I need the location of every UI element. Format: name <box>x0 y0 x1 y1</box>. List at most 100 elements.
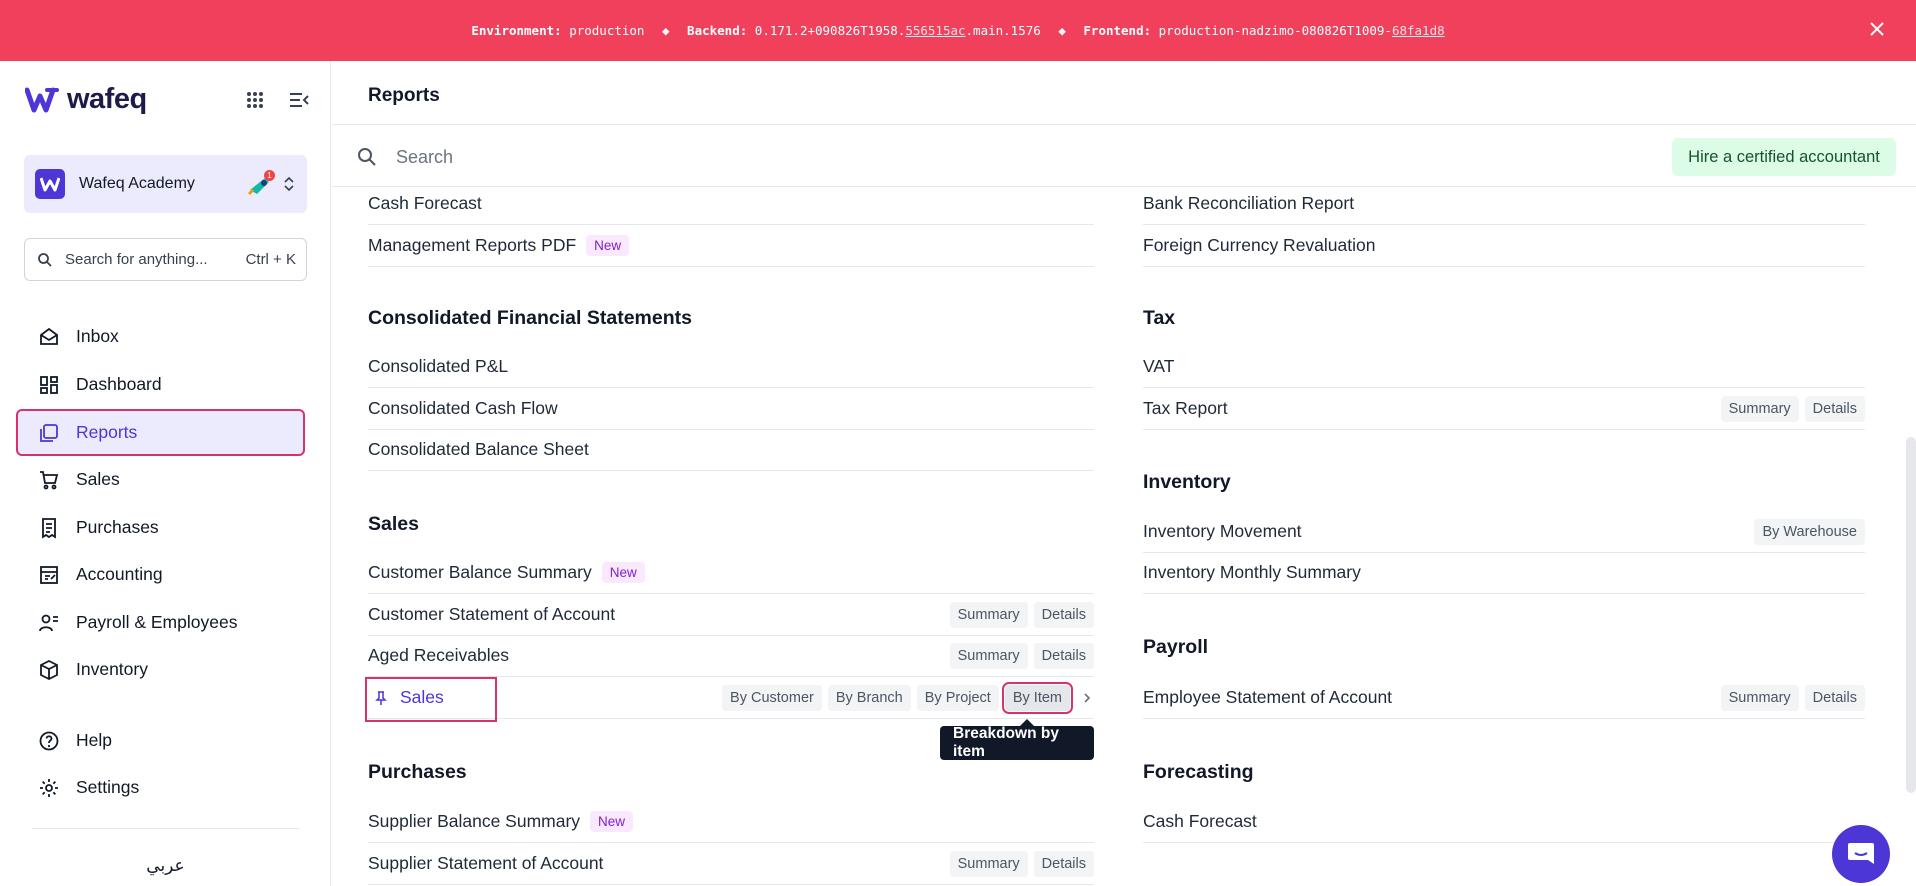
report-row[interactable]: Employee Statement of Account Summary De… <box>1143 677 1865 719</box>
report-row[interactable]: Inventory Monthly Summary <box>1143 552 1865 594</box>
report-name[interactable]: Bank Reconciliation Report <box>1143 193 1354 214</box>
backend-commit-link[interactable]: 556515ac <box>905 23 965 38</box>
by-warehouse-tag[interactable]: By Warehouse <box>1754 518 1865 545</box>
report-row[interactable]: Supplier Statement of Account Summary De… <box>368 843 1094 885</box>
report-row[interactable]: Inventory Movement By Warehouse <box>1143 511 1865 553</box>
organization-switcher[interactable]: Wafeq Academy 1 <box>24 155 307 213</box>
report-name[interactable]: Cash Forecast <box>1143 811 1257 832</box>
summary-tag[interactable]: Summary <box>949 642 1028 669</box>
global-search-placeholder: Search for anything... <box>65 251 208 268</box>
separator: ◆ <box>661 23 670 38</box>
brand-logo[interactable]: wafeq <box>25 83 147 116</box>
section-title: Consolidated Financial Statements <box>368 307 692 329</box>
main-content: Reports Hire a certified accountant Cash… <box>332 61 1916 886</box>
summary-tag[interactable]: Summary <box>949 601 1028 628</box>
nav-item-dashboard[interactable]: Dashboard <box>18 363 303 406</box>
by-branch-tag[interactable]: By Branch <box>827 684 911 711</box>
nav-item-accounting[interactable]: Accounting <box>18 553 303 596</box>
nav-item-inventory[interactable]: Inventory <box>18 648 303 691</box>
nav-label: Accounting <box>76 564 163 584</box>
nav-item-reports[interactable]: Reports <box>16 409 305 456</box>
backend-version: 0.171.2+090826T1958. <box>754 23 906 38</box>
report-row[interactable]: Customer Statement of Account Summary De… <box>368 594 1094 636</box>
notification-badge: 1 <box>264 170 275 181</box>
people-icon <box>38 612 60 634</box>
section-title: Payroll <box>1143 636 1209 658</box>
nav-item-settings[interactable]: Settings <box>18 766 303 809</box>
section-title: Forecasting <box>1143 761 1254 783</box>
details-tag[interactable]: Details <box>1804 395 1865 422</box>
frontend-commit-link[interactable]: 68fa1d8 <box>1392 23 1445 38</box>
new-badge: New <box>590 811 634 832</box>
search-icon <box>38 252 52 267</box>
report-row[interactable]: Bank Reconciliation Report <box>1143 183 1865 225</box>
scrollbar[interactable] <box>1906 437 1916 793</box>
organization-name: Wafeq Academy <box>79 175 195 192</box>
collapse-sidebar-icon[interactable] <box>288 89 310 111</box>
brand-name: wafeq <box>67 83 147 115</box>
report-name[interactable]: Supplier Statement of Account <box>368 853 603 874</box>
report-name[interactable]: Management Reports PDF <box>368 235 576 256</box>
details-tag[interactable]: Details <box>1033 642 1094 669</box>
highlight-box <box>365 677 497 722</box>
close-icon[interactable] <box>1866 18 1888 40</box>
report-search-input[interactable] <box>396 143 1296 171</box>
frontend-version: production-nadzimo-080826T1009- <box>1158 23 1392 38</box>
report-name[interactable]: Consolidated Balance Sheet <box>368 439 589 460</box>
report-name[interactable]: Tax Report <box>1143 398 1228 419</box>
nav-item-sales[interactable]: Sales <box>18 458 303 501</box>
report-name[interactable]: VAT <box>1143 356 1174 377</box>
language-toggle[interactable]: عربي <box>0 856 331 876</box>
details-tag[interactable]: Details <box>1033 850 1094 877</box>
report-name[interactable]: Inventory Movement <box>1143 521 1302 542</box>
summary-tag[interactable]: Summary <box>949 850 1028 877</box>
report-row[interactable]: Foreign Currency Revaluation <box>1143 225 1865 267</box>
tooltip: Breakdown by item <box>940 719 1094 760</box>
by-customer-tag[interactable]: By Customer <box>722 684 822 711</box>
report-row[interactable]: Customer Balance Summary New <box>368 552 1094 594</box>
report-name[interactable]: Employee Statement of Account <box>1143 687 1392 708</box>
apps-grid-icon[interactable] <box>244 89 266 111</box>
report-name[interactable]: Cash Forecast <box>368 193 482 214</box>
cart-icon <box>38 469 60 491</box>
summary-tag[interactable]: Summary <box>1720 684 1799 711</box>
report-row[interactable]: Consolidated Balance Sheet <box>368 429 1094 471</box>
report-name[interactable]: Customer Statement of Account <box>368 604 615 625</box>
report-row[interactable]: Consolidated P&L <box>368 346 1094 388</box>
chat-support-button[interactable] <box>1832 825 1890 883</box>
report-row[interactable]: Supplier Balance Summary New <box>368 801 1094 843</box>
by-project-tag[interactable]: By Project <box>916 684 999 711</box>
chevron-right-icon[interactable] <box>1080 691 1094 705</box>
nav-item-purchases[interactable]: Purchases <box>18 506 303 549</box>
nav-item-inbox[interactable]: Inbox <box>18 315 303 358</box>
backend-suffix: .main.1576 <box>965 23 1041 38</box>
report-row[interactable]: Cash Forecast <box>1143 801 1865 843</box>
report-row[interactable]: Cash Forecast <box>368 183 1094 225</box>
report-name[interactable]: Foreign Currency Revaluation <box>1143 235 1375 256</box>
report-name[interactable]: Supplier Balance Summary <box>368 811 580 832</box>
report-name[interactable]: Consolidated P&L <box>368 356 508 377</box>
details-tag[interactable]: Details <box>1804 684 1865 711</box>
summary-tag[interactable]: Summary <box>1720 395 1799 422</box>
report-row[interactable]: Tax Report Summary Details <box>1143 388 1865 430</box>
report-row[interactable]: Consolidated Cash Flow <box>368 388 1094 430</box>
report-name[interactable]: Inventory Monthly Summary <box>1143 562 1361 583</box>
report-name[interactable]: Aged Receivables <box>368 645 509 666</box>
nav-item-payroll-employees[interactable]: Payroll & Employees <box>18 601 303 644</box>
details-tag[interactable]: Details <box>1033 601 1094 628</box>
section-title: Purchases <box>368 761 467 783</box>
page-title: Reports <box>368 85 440 106</box>
gear-icon <box>38 777 60 799</box>
hire-accountant-button[interactable]: Hire a certified accountant <box>1672 138 1896 176</box>
report-row[interactable]: Management Reports PDF New <box>368 225 1094 267</box>
rocket-icon[interactable]: 1 <box>247 170 275 196</box>
by-item-tag[interactable]: By Item <box>1001 681 1074 714</box>
report-name[interactable]: Consolidated Cash Flow <box>368 398 558 419</box>
global-search-input[interactable]: Search for anything... Ctrl + K <box>24 238 307 281</box>
nav-item-help[interactable]: Help <box>18 719 303 762</box>
report-row[interactable]: Aged Receivables Summary Details <box>368 635 1094 677</box>
report-row[interactable]: VAT <box>1143 346 1865 388</box>
section-title: Inventory <box>1143 471 1231 493</box>
section-title: Sales <box>368 513 419 535</box>
report-name[interactable]: Customer Balance Summary <box>368 562 592 583</box>
